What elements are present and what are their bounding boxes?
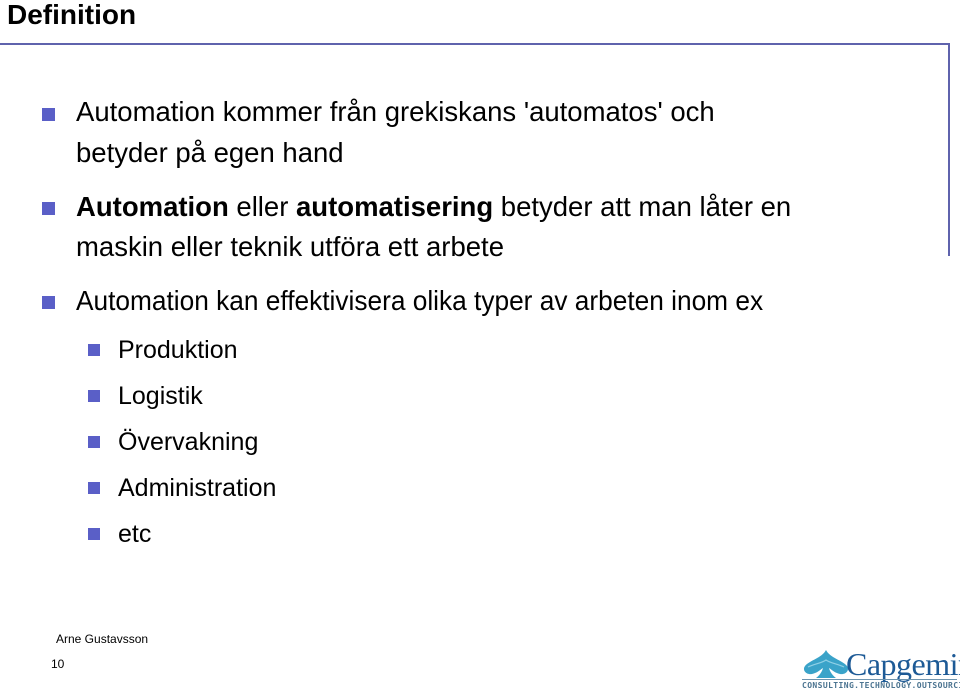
title-divider xyxy=(0,43,950,45)
sub-item-logistik: Logistik xyxy=(118,382,203,410)
bullet-1-line-2: betyder på egen hand xyxy=(76,137,344,168)
square-bullet-icon xyxy=(42,296,55,309)
square-bullet-icon xyxy=(88,344,100,356)
logo-tagline: CONSULTING.TECHNOLOGY.OUTSOURCING xyxy=(802,681,960,690)
square-bullet-icon xyxy=(88,528,100,540)
sub-item-produktion: Produktion xyxy=(118,336,238,364)
square-bullet-icon xyxy=(42,108,55,121)
square-bullet-icon xyxy=(42,202,55,215)
page-number: 10 xyxy=(51,657,65,671)
definition-text: betyder att man låter en xyxy=(493,191,792,222)
footer-author: Arne Gustavsson xyxy=(56,632,149,646)
slide-title: Definition xyxy=(7,0,137,30)
square-bullet-icon xyxy=(88,436,100,448)
sub-item-administration: Administration xyxy=(118,474,277,502)
bullet-2-line-2: maskin eller teknik utföra ett arbete xyxy=(76,231,504,262)
term-automatisering: automatisering xyxy=(296,191,494,222)
connector-text: eller xyxy=(228,191,297,222)
square-bullet-icon xyxy=(88,390,100,402)
logo-wordmark: Capgemini xyxy=(846,646,960,682)
spade-icon xyxy=(803,650,849,678)
right-border-line xyxy=(948,43,950,256)
bullet-3-label: Automation kan effektivisera olika typer… xyxy=(76,285,764,316)
bullet-3-text: Automation kan effektivisera olika typer… xyxy=(76,281,795,321)
capgemini-logo: Capgemini CONSULTING.TECHNOLOGY.OUTSOURC… xyxy=(800,646,960,693)
sub-item-etc: etc xyxy=(118,520,152,548)
sub-item-overvakning: Övervakning xyxy=(118,428,259,456)
term-automation: Automation xyxy=(76,191,229,222)
bullet-1-line-1: Automation kommer från grekiskans 'autom… xyxy=(76,96,715,127)
bullet-2-line-1: Automation eller automatisering betyder … xyxy=(76,187,791,227)
square-bullet-icon xyxy=(88,482,100,494)
logo-divider xyxy=(802,679,957,680)
